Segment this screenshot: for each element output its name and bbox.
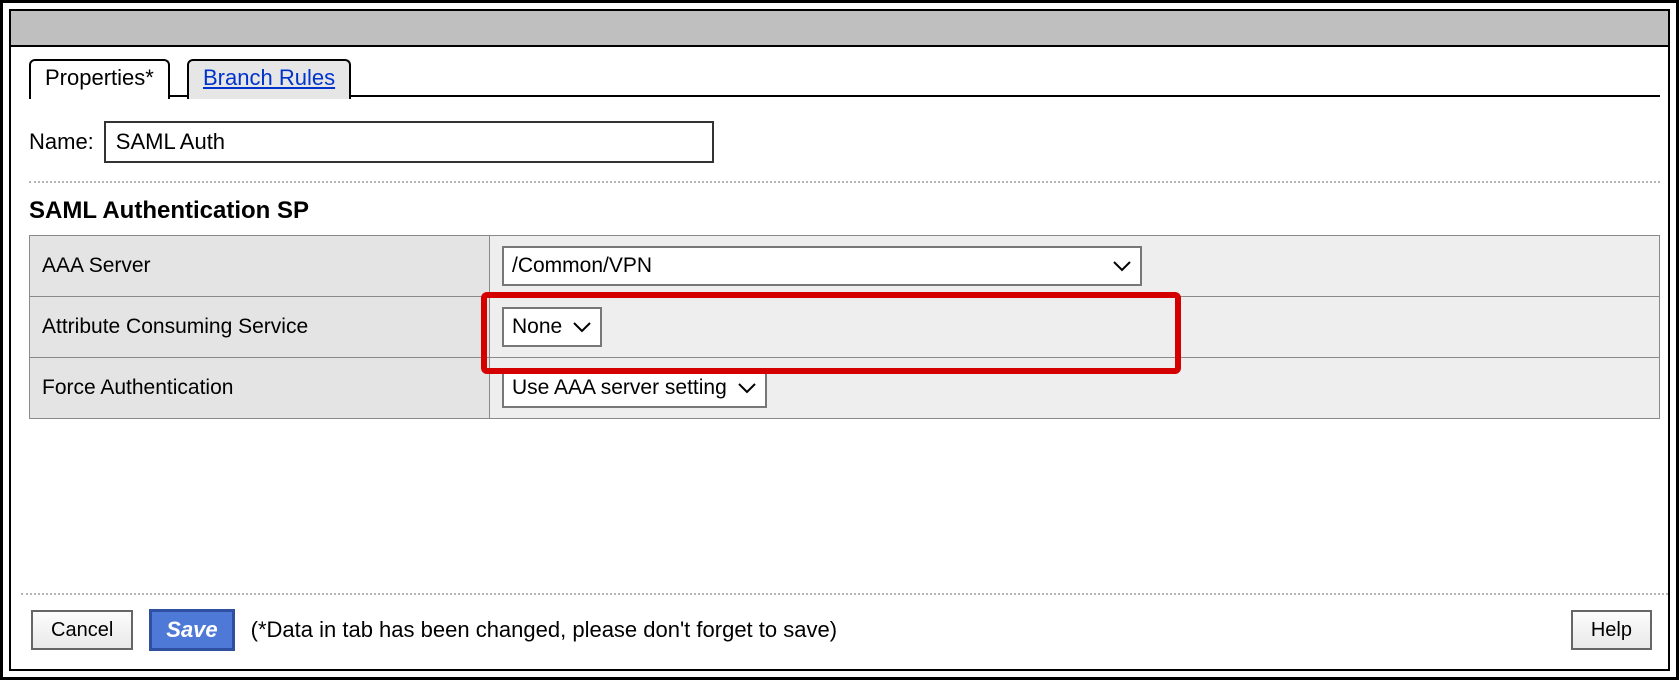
footer: Cancel Save (*Data in tab has been chang… [21,593,1668,669]
separator [29,181,1660,183]
label-force-auth: Force Authentication [30,358,490,419]
select-aaa-server-value: /Common/VPN [512,254,652,278]
tab-branch-rules-label: Branch Rules [203,65,335,90]
select-force-auth[interactable]: Use AAA server setting [502,368,767,408]
name-input[interactable] [104,121,714,163]
select-attr-consuming[interactable]: None [502,307,602,347]
title-bar [11,11,1668,47]
panel: Properties* Branch Rules Name: SAML Auth… [9,9,1670,671]
row-force-auth: Force Authentication Use AAA server sett… [30,358,1660,419]
save-button-label: Save [166,617,217,642]
cell-attr-consuming: None [490,297,1660,358]
help-button[interactable]: Help [1571,610,1652,650]
cell-aaa-server: /Common/VPN [490,236,1660,297]
save-button[interactable]: Save [149,609,234,651]
label-attr-consuming: Attribute Consuming Service [30,297,490,358]
select-force-auth-value: Use AAA server setting [512,376,727,400]
help-button-label: Help [1591,619,1632,641]
chevron-down-icon [1112,259,1132,273]
name-label: Name: [29,129,94,155]
tab-properties-label: Properties* [45,65,154,90]
chevron-down-icon [572,320,592,334]
section-title: SAML Authentication SP [29,197,1660,225]
footer-note: (*Data in tab has been changed, please d… [251,617,837,643]
tab-branch-rules[interactable]: Branch Rules [187,59,351,99]
row-aaa-server: AAA Server /Common/VPN [30,236,1660,297]
tab-properties[interactable]: Properties* [29,59,170,99]
cell-force-auth: Use AAA server setting [490,358,1660,419]
help-wrap: Help [1571,610,1652,650]
cancel-button-label: Cancel [51,619,113,641]
cancel-button[interactable]: Cancel [31,610,133,650]
window-frame: Properties* Branch Rules Name: SAML Auth… [0,0,1679,680]
label-aaa-server: AAA Server [30,236,490,297]
name-row: Name: [29,121,1660,163]
chevron-down-icon [737,381,757,395]
select-aaa-server[interactable]: /Common/VPN [502,246,1142,286]
settings-table: AAA Server /Common/VPN Attribute Consumi… [29,235,1660,419]
row-attr-consuming: Attribute Consuming Service None [30,297,1660,358]
select-attr-consuming-value: None [512,315,562,339]
tab-strip: Properties* Branch Rules [29,53,1660,97]
content-area: Properties* Branch Rules Name: SAML Auth… [11,47,1668,669]
